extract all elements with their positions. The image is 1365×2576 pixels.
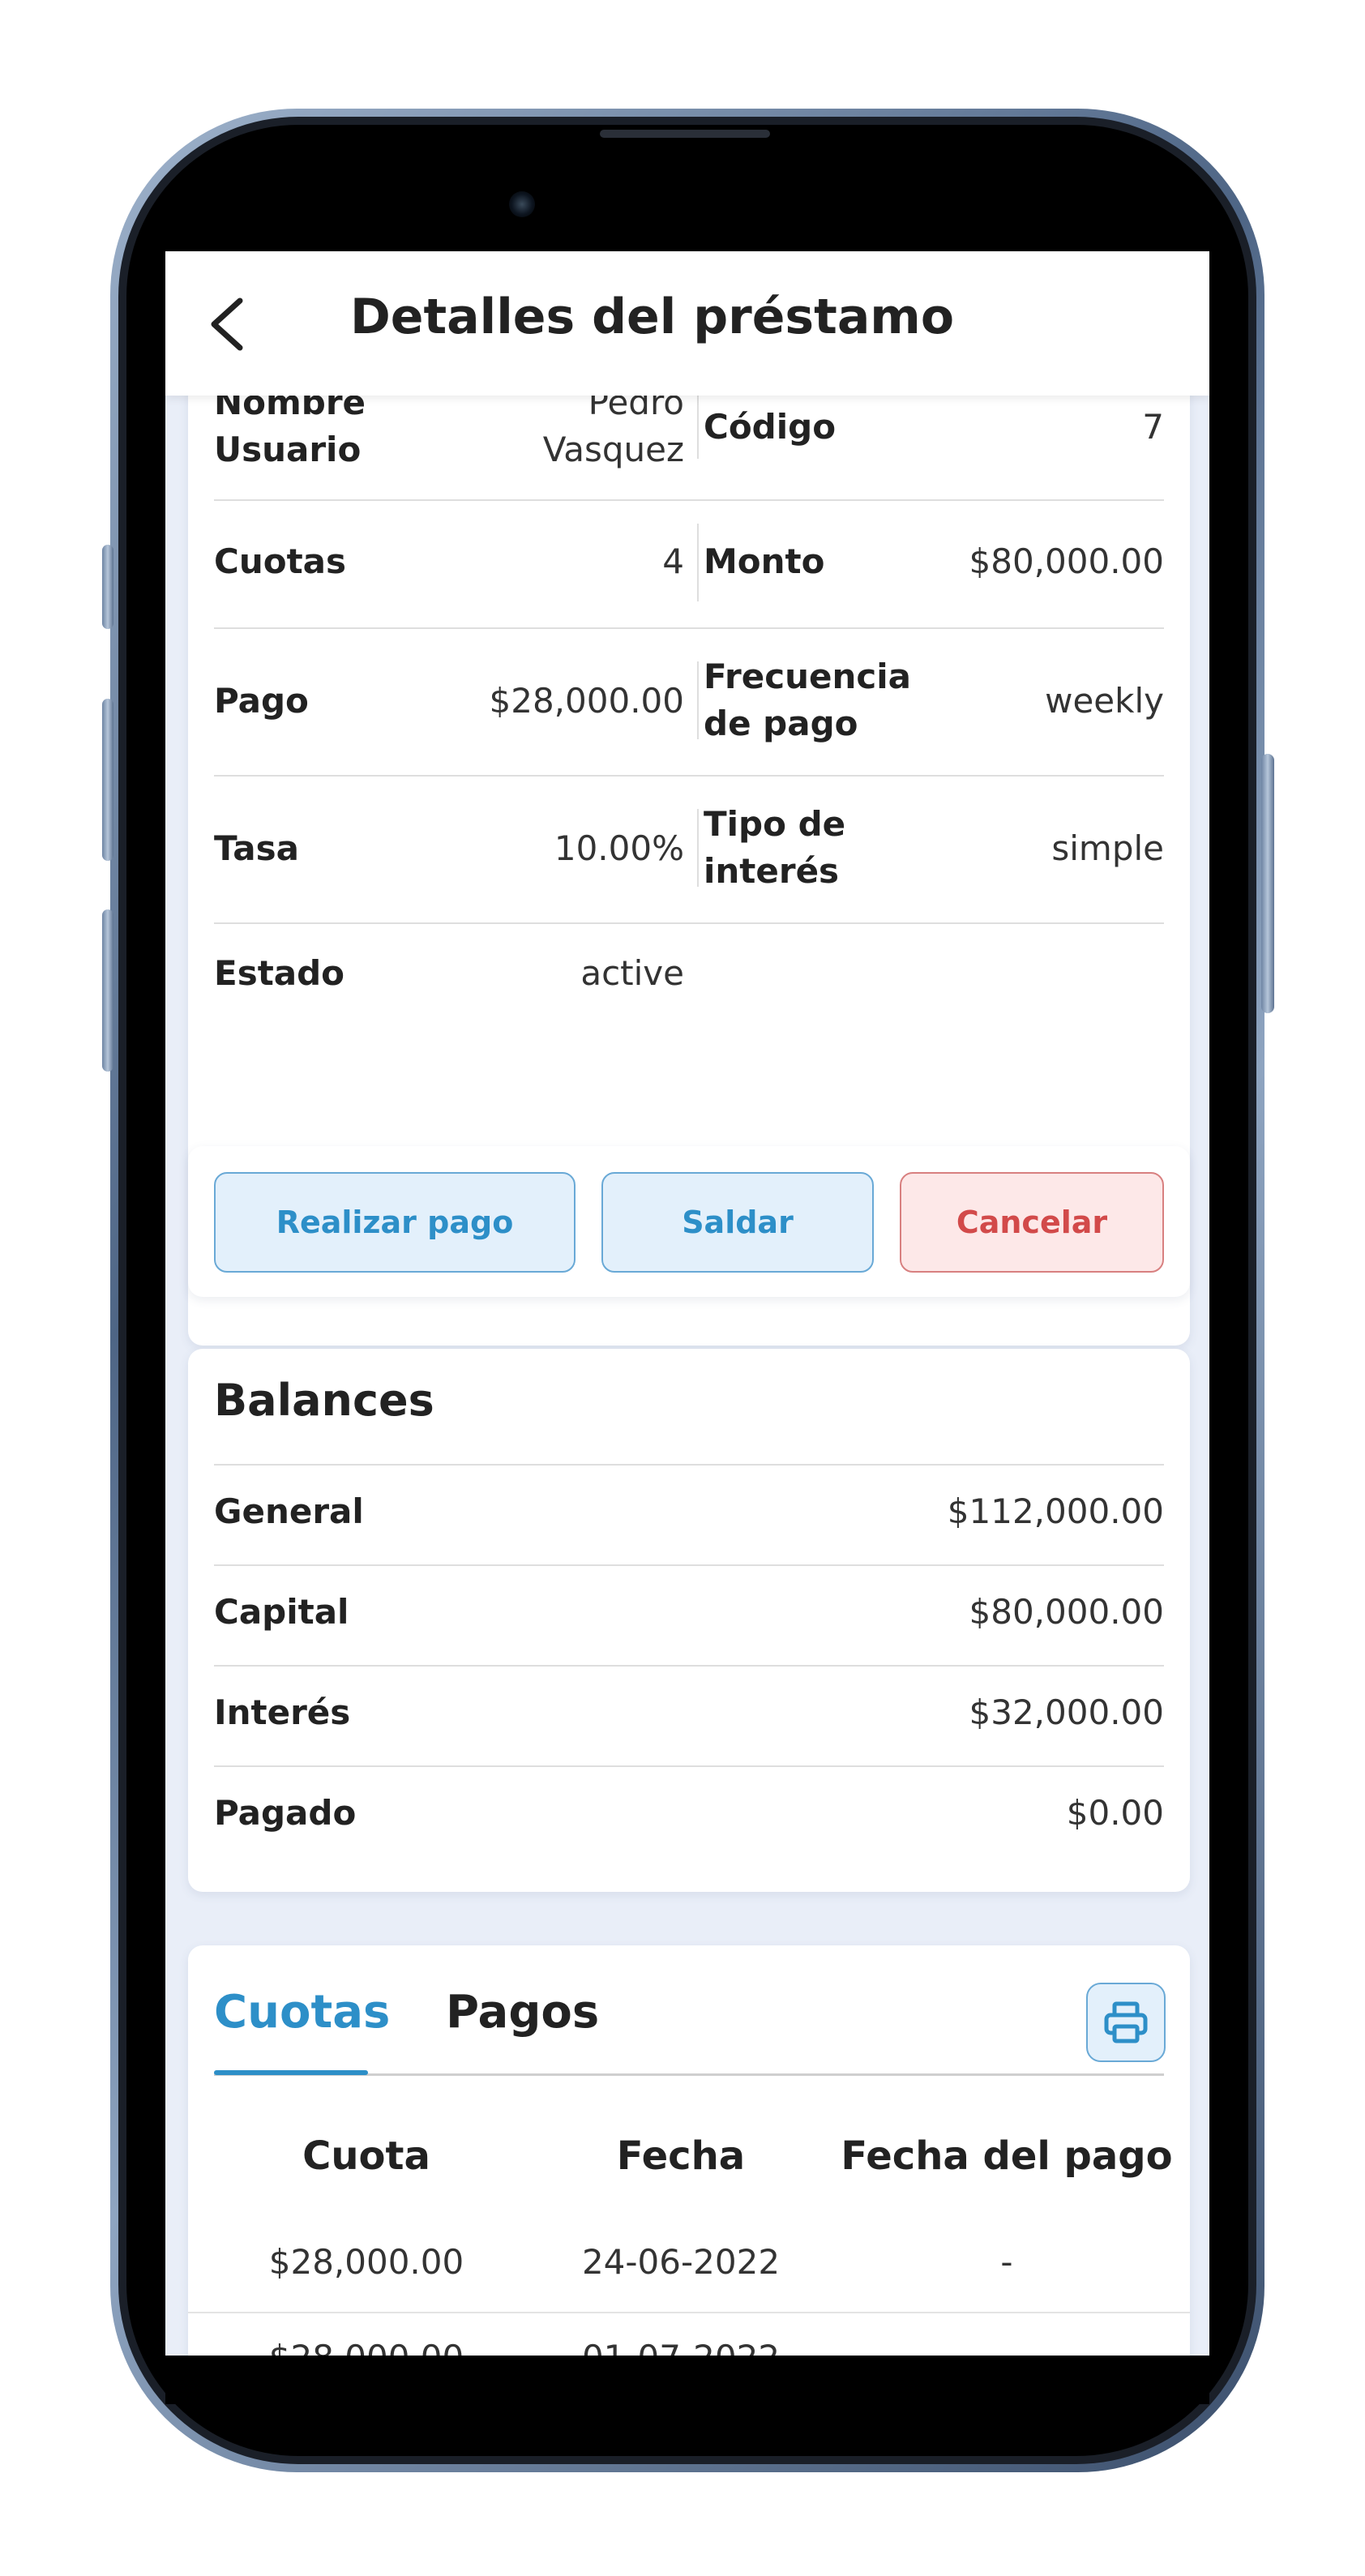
balance-label: General xyxy=(214,1491,364,1531)
column-divider xyxy=(697,809,699,887)
active-tab-indicator xyxy=(214,2070,368,2075)
installment-date: 24-06-2022 xyxy=(581,2242,781,2282)
screen-bottom-bezel xyxy=(165,2356,1209,2404)
column-header-payment-date: Fecha del pago xyxy=(841,2133,1173,2179)
balance-value: $32,000.00 xyxy=(969,1692,1164,1732)
balance-label: Capital xyxy=(214,1592,349,1632)
info-row-payment: Pago $28,000.00 Frecuencia de pago weekl… xyxy=(214,627,1164,777)
column-divider xyxy=(697,661,699,739)
mute-switch xyxy=(102,545,113,629)
volume-down-button xyxy=(102,909,113,1072)
balance-value: $80,000.00 xyxy=(969,1592,1164,1632)
tab-installments[interactable]: Cuotas xyxy=(214,1986,390,2039)
front-camera xyxy=(509,191,535,217)
chevron-left-icon xyxy=(211,297,243,351)
info-row-status: Estado active xyxy=(214,922,1164,1044)
balance-value: $0.00 xyxy=(1066,1793,1164,1833)
code-value: 7 xyxy=(1142,407,1164,447)
interest-type-label: Tipo de interés xyxy=(704,804,846,891)
installment-amount: $28,000.00 xyxy=(268,2242,464,2282)
payment-value: $28,000.00 xyxy=(489,681,684,721)
code-label: Código xyxy=(704,407,837,447)
installments-label: Cuotas xyxy=(214,541,346,581)
installment-amount: $28,000.00 xyxy=(188,2338,545,2356)
balance-row-interest: Interés $32,000.00 xyxy=(214,1665,1164,1767)
make-payment-button[interactable]: Realizar pago xyxy=(214,1172,576,1273)
speaker-grille xyxy=(600,130,770,138)
back-button[interactable] xyxy=(198,292,255,357)
actions-card: Realizar pago Saldar Cancelar xyxy=(188,1146,1190,1297)
status-value: active xyxy=(580,953,684,993)
volume-up-button xyxy=(102,699,113,861)
tab-payments[interactable]: Pagos xyxy=(446,1986,599,2039)
status-label: Estado xyxy=(214,953,345,993)
settle-button[interactable]: Saldar xyxy=(601,1172,874,1273)
installment-date: 01-07-2022 xyxy=(512,2338,849,2356)
balance-row-paid: Pagado $0.00 xyxy=(214,1765,1164,1868)
balance-label: Interés xyxy=(214,1692,351,1732)
print-button[interactable] xyxy=(1086,1983,1166,2062)
rate-label: Tasa xyxy=(214,828,299,868)
cancel-loan-button[interactable]: Cancelar xyxy=(900,1172,1164,1273)
rate-value: 10.00% xyxy=(554,828,684,868)
row-divider xyxy=(188,2312,1190,2313)
frequency-label: Frecuencia de pago xyxy=(704,657,912,743)
payment-label: Pago xyxy=(214,681,309,721)
column-divider xyxy=(697,524,699,601)
info-row-rate: Tasa 10.00% Tipo de interés simple xyxy=(214,775,1164,924)
column-header-date: Fecha xyxy=(616,2133,746,2179)
balance-row-capital: Capital $80,000.00 xyxy=(214,1564,1164,1667)
installments-value: 4 xyxy=(662,541,684,581)
amount-label: Monto xyxy=(704,541,825,581)
page-title: Detalles del préstamo xyxy=(350,289,955,345)
app-screen: Detalles del préstamo Nombre Usuario Ped… xyxy=(165,251,1209,2356)
printer-icon xyxy=(1104,2001,1148,2043)
power-button xyxy=(1261,754,1274,1013)
schedule-card: Cuotas Pagos Cuota Fecha Fecha del pago … xyxy=(188,1945,1190,2356)
balances-card: Balances General $112,000.00 Capital $80… xyxy=(188,1349,1190,1892)
app-header: Detalles del préstamo xyxy=(165,251,1209,396)
installment-payment-date: - xyxy=(837,2338,1177,2356)
info-row-installments: Cuotas 4 Monto $80,000.00 xyxy=(214,499,1164,629)
amount-value: $80,000.00 xyxy=(969,541,1164,581)
balance-value: $112,000.00 xyxy=(947,1491,1164,1531)
balance-label: Pagado xyxy=(214,1793,357,1833)
installment-payment-date: - xyxy=(1000,2242,1013,2282)
balances-title: Balances xyxy=(214,1375,434,1426)
frequency-value: weekly xyxy=(1045,681,1164,721)
balance-row-general: General $112,000.00 xyxy=(214,1464,1164,1566)
interest-type-value: simple xyxy=(1051,828,1164,868)
column-header-installment: Cuota xyxy=(302,2133,430,2179)
